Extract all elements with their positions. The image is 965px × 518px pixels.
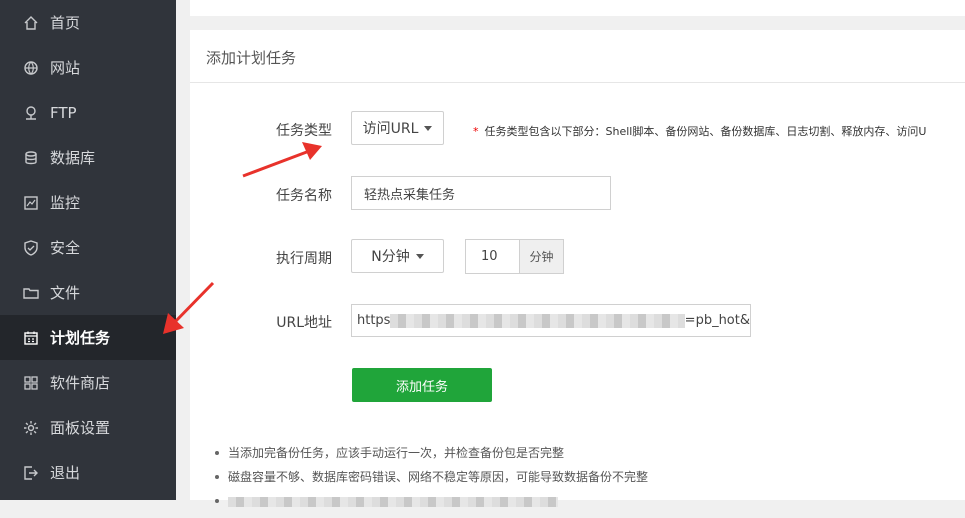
sidebar-item-label: 面板设置 — [50, 419, 111, 437]
url-label: URL地址 — [276, 315, 332, 331]
list-item — [215, 494, 648, 518]
sidebar-item-settings[interactable]: 面板设置 — [0, 405, 176, 450]
note-cropped — [228, 496, 558, 507]
period-unit-addon: 分钟 — [519, 239, 564, 274]
list-item: 当添加完备份任务，应该手动运行一次，并检查备份包是否完整 — [215, 446, 648, 470]
sidebar-item-label: 首页 — [50, 14, 81, 32]
monitor-icon — [22, 194, 40, 212]
content-gutter — [176, 0, 190, 500]
sidebar-item-security[interactable]: 安全 — [0, 225, 176, 270]
sidebar-item-monitor[interactable]: 监控 — [0, 180, 176, 225]
sidebar-item-database[interactable]: 数据库 — [0, 135, 176, 180]
period-value: N分钟 — [371, 249, 410, 265]
task-name-label: 任务名称 — [276, 188, 332, 204]
add-task-button[interactable]: 添加任务 — [352, 368, 492, 402]
home-icon — [22, 14, 40, 32]
url-input[interactable]: https =pb_hot& — [351, 304, 751, 337]
period-minutes-input[interactable]: 10 — [465, 239, 521, 274]
url-prefix: https — [357, 313, 391, 328]
required-star: * — [473, 125, 479, 138]
sidebar-item-label: 监控 — [50, 194, 81, 212]
period-select[interactable]: N分钟 — [351, 239, 444, 273]
url-redacted — [390, 313, 685, 328]
sidebar: 首页 网站 FTP 数据库 监控 安全 文件 计划任务 软件商店 面板设置 退出 — [0, 0, 176, 500]
sidebar-item-label: 退出 — [50, 464, 81, 482]
add-cron-panel: 添加计划任务 任务类型 访问URL * 任务类型包含以下部分：Shell脚本、备份… — [190, 30, 965, 500]
calendar-icon — [22, 329, 40, 347]
sidebar-item-home[interactable]: 首页 — [0, 0, 176, 45]
task-name-value: 轻热点采集任务 — [364, 187, 456, 203]
task-type-hint: * 任务类型包含以下部分：Shell脚本、备份网站、备份数据库、日志切割、释放内存… — [473, 123, 926, 139]
panel-title: 添加计划任务 — [206, 49, 297, 67]
period-unit: 分钟 — [529, 250, 554, 264]
shield-icon — [22, 239, 40, 257]
chevron-down-icon — [415, 253, 424, 259]
sidebar-item-store[interactable]: 软件商店 — [0, 360, 176, 405]
sidebar-item-label: 数据库 — [50, 149, 96, 167]
notes-list: 当添加完备份任务，应该手动运行一次，并检查备份包是否完整 磁盘容量不够、数据库密… — [215, 446, 648, 518]
url-suffix: =pb_hot& — [684, 313, 750, 328]
chevron-down-icon — [424, 125, 433, 131]
sidebar-item-label: FTP — [50, 103, 77, 122]
sidebar-item-ftp[interactable]: FTP — [0, 90, 176, 135]
previous-panel — [190, 0, 965, 16]
task-name-input[interactable]: 轻热点采集任务 — [351, 176, 611, 210]
grid-icon — [22, 374, 40, 392]
globe-icon — [22, 59, 40, 77]
task-type-value: 访问URL — [362, 121, 419, 137]
sidebar-item-label: 软件商店 — [50, 374, 111, 392]
panel-divider — [190, 82, 965, 83]
sidebar-item-files[interactable]: 文件 — [0, 270, 176, 315]
task-type-select[interactable]: 访问URL — [351, 111, 444, 145]
ftp-icon — [22, 104, 40, 122]
gear-icon — [22, 419, 40, 437]
period-number: 10 — [481, 249, 498, 264]
task-type-hint-text: 任务类型包含以下部分：Shell脚本、备份网站、备份数据库、日志切割、释放内存、… — [484, 125, 927, 138]
sidebar-item-cron[interactable]: 计划任务 — [0, 315, 176, 360]
sidebar-item-label: 安全 — [50, 239, 81, 257]
period-label: 执行周期 — [276, 251, 332, 267]
folder-icon — [22, 284, 40, 302]
sidebar-item-label: 文件 — [50, 284, 81, 302]
database-icon — [22, 149, 40, 167]
sidebar-item-label: 网站 — [50, 59, 81, 77]
list-item: 磁盘容量不够、数据库密码错误、网络不稳定等原因，可能导致数据备份不完整 — [215, 470, 648, 494]
sidebar-item-website[interactable]: 网站 — [0, 45, 176, 90]
logout-icon — [22, 464, 40, 482]
sidebar-item-label: 计划任务 — [50, 329, 111, 347]
task-type-label: 任务类型 — [276, 123, 332, 139]
sidebar-item-logout[interactable]: 退出 — [0, 450, 176, 495]
